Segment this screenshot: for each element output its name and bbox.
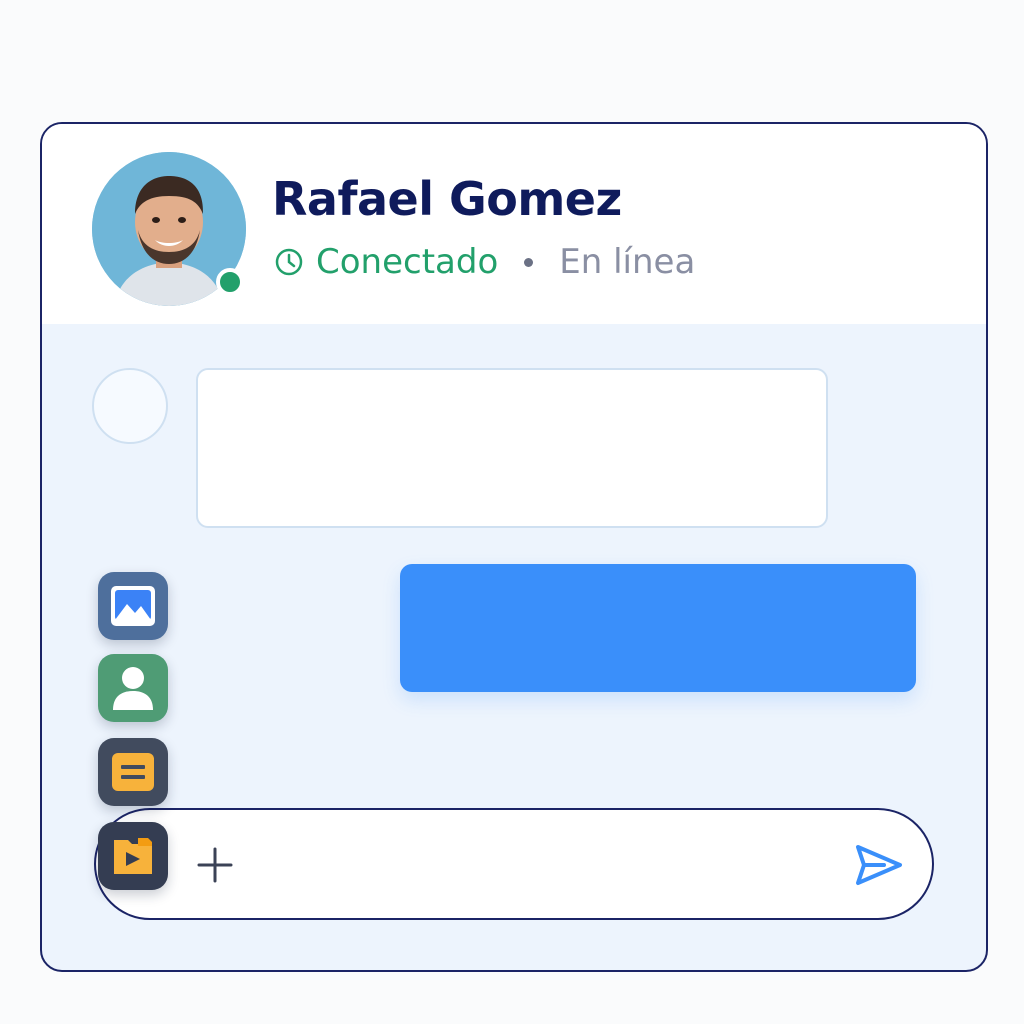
- online-status-dot: [216, 268, 244, 296]
- clock-icon: [275, 248, 303, 276]
- connection-status: Conectado: [316, 242, 499, 282]
- attach-document-button[interactable]: [98, 738, 168, 806]
- attach-image-button[interactable]: [98, 572, 168, 640]
- message-composer[interactable]: [94, 808, 934, 920]
- separator-dot: [524, 257, 534, 267]
- chat-header: Rafael Gomez Conectado En línea: [42, 124, 986, 324]
- status-row: Conectado En línea: [274, 242, 695, 282]
- contact-avatar-wrap[interactable]: [92, 152, 246, 306]
- chat-window: Rafael Gomez Conectado En línea: [40, 122, 988, 972]
- attach-media-button[interactable]: [98, 822, 168, 890]
- document-icon: [112, 753, 154, 791]
- plus-icon[interactable]: [196, 846, 234, 884]
- attach-contact-button[interactable]: [98, 654, 168, 722]
- image-icon: [111, 586, 155, 626]
- contact-icon: [113, 667, 153, 710]
- incoming-message-avatar: [92, 368, 168, 444]
- incoming-message-bubble[interactable]: [196, 368, 828, 528]
- outgoing-message-bubble[interactable]: [400, 564, 916, 692]
- presence-status: En línea: [559, 242, 696, 282]
- send-icon[interactable]: [854, 842, 904, 888]
- contact-name: Rafael Gomez: [272, 172, 622, 226]
- media-icon: [114, 838, 152, 874]
